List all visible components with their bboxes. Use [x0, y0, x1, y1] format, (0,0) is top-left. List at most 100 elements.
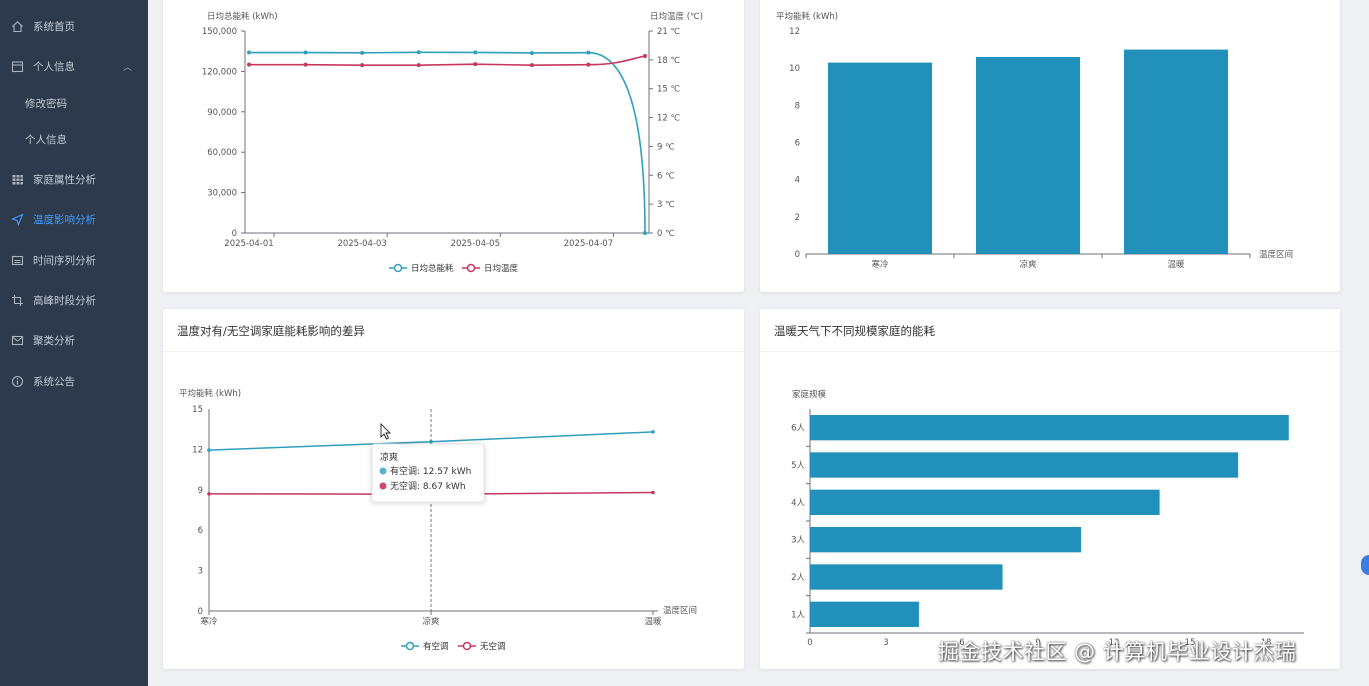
daily-energy-temperature-card: 日均总能耗 (kWh) 日均温度 (℃) 日均总能耗 日均温度 0 30,000 6… [163, 0, 744, 292]
daily-energy-temperature-chart: 日均总能耗 (kWh) 日均温度 (℃) 日均总能耗 日均温度 0 30,000 6… [202, 11, 703, 274]
data-point [651, 490, 655, 495]
sidebar-item-label: 修改密码 [25, 97, 67, 110]
x-tick-label: 温暖 [644, 616, 662, 627]
y-tick-label: 2人 [791, 573, 805, 583]
y-tick-label-right: 12 ℃ [657, 114, 681, 124]
data-point [643, 54, 647, 59]
sidebar-item-label: 个人信息 [25, 133, 67, 146]
y-tick-label: 15 [192, 405, 203, 415]
sidebar-item-label: 个人信息 [33, 60, 75, 73]
x-tick-label: 温暖 [1167, 259, 1185, 270]
chevron-up-icon: ︿ [123, 62, 133, 73]
household-size-energy-card: 温暖天气下不同规模家庭的能耗 家庭规模 1人 2人 3人 4人 5人 6人 0 3 6 9 12 15… [760, 309, 1340, 669]
sidebar-item-label: 系统首页 [33, 20, 75, 33]
y-tick-label-right: 21 ℃ [657, 27, 681, 37]
data-point [247, 62, 251, 67]
legend-item-without-ac[interactable]: 无空调 [480, 641, 506, 652]
x-tick-label: 寒冷 [200, 616, 218, 627]
tooltip-row-with-ac: 有空调: 12.57 kWh [390, 465, 471, 477]
sidebar-item-household-analysis[interactable]: 家庭属性分析 [0, 163, 148, 195]
data-point [651, 430, 655, 434]
data-point [473, 62, 478, 67]
data-point [529, 63, 534, 68]
sidebar-item-time-series[interactable]: 时间序列分析 [0, 244, 148, 276]
y-tick-label: 6人 [791, 424, 805, 434]
crop-icon [11, 294, 24, 307]
sidebar-item-personal-info-sub[interactable]: 个人信息 [0, 123, 148, 155]
floating-action-button[interactable] [1361, 555, 1369, 575]
calendar-icon [11, 60, 24, 73]
ac-comparison-chart: 平均能耗 (kWh) 温度区间 有空调 无空调 03691215寒冷 凉爽 温暖 凉… [179, 388, 697, 652]
y-axis-label: 家庭规模 [792, 389, 827, 400]
data-point [360, 63, 365, 68]
bar-2 [810, 527, 1082, 553]
keyboard-icon [11, 254, 24, 267]
y-tick-label: 6 [795, 139, 800, 149]
y-tick-label-right: 9 ℃ [657, 142, 675, 152]
y-tick-label: 4 [795, 176, 800, 186]
chart-legend[interactable]: 日均总能耗 日均温度 [389, 263, 519, 274]
temperature-range-energy-card: 平均能耗 (kWh) 温度区间 0 2 4 6 8 10 12 寒冷 凉爽 温暖 [760, 0, 1340, 292]
x-tick-label: 寒冷 [871, 259, 889, 270]
x-tick-label: 2025-04-03 [337, 239, 386, 249]
sidebar: 系统首页 个人信息 ︿ 修改密码 个人信息 家庭属性分析 温度影响分析 时间序列… [0, 0, 148, 686]
sidebar-item-announcement[interactable]: 系统公告 [0, 365, 148, 397]
data-point [303, 62, 308, 67]
data-point [429, 439, 433, 444]
data-point [643, 231, 647, 235]
x-axis-label: 温度区间 [663, 605, 697, 616]
bar-0 [810, 601, 919, 627]
y-tick-label: 8 [795, 101, 800, 111]
data-point [416, 63, 421, 68]
data-point [586, 62, 591, 67]
mouse-cursor-icon [380, 422, 392, 440]
sidebar-item-peak-analysis[interactable]: 高峰时段分析 [0, 284, 148, 316]
sidebar-item-label: 聚类分析 [33, 334, 75, 347]
y-tick-label: 9 [198, 486, 203, 496]
legend-item-energy[interactable]: 日均总能耗 [411, 263, 454, 274]
y-tick-label-right: 18 ℃ [657, 56, 681, 66]
sidebar-item-label: 系统公告 [33, 375, 75, 388]
sidebar-item-label: 家庭属性分析 [33, 173, 96, 186]
sidebar-item-personal-info[interactable]: 个人信息 ︿ [0, 50, 148, 82]
y-tick-label-left: 0 [232, 229, 237, 239]
sidebar-item-label: 温度影响分析 [33, 213, 96, 226]
y-axis-right-label: 日均温度 (℃) [650, 11, 703, 22]
x-tick-label: 0 [807, 638, 812, 648]
sidebar-item-label: 时间序列分析 [33, 254, 96, 267]
sidebar-item-temperature-analysis[interactable]: 温度影响分析 [0, 203, 148, 235]
chart-legend[interactable]: 有空调 无空调 [401, 641, 506, 652]
bar-1 [976, 57, 1080, 255]
y-tick-label-right: 6 ℃ [657, 171, 675, 181]
y-tick-label: 6 [198, 526, 203, 536]
x-tick-label: 2025-04-07 [564, 239, 613, 249]
x-tick-label: 2025-04-01 [224, 239, 273, 249]
y-axis-label: 平均能耗 (kWh) [776, 11, 838, 22]
x-tick-label: 凉爽 [1019, 259, 1037, 270]
sidebar-item-cluster[interactable]: 聚类分析 [0, 324, 148, 356]
chart-tooltip: 凉爽 有空调: 12.57 kWh 无空调: 8.67 kWh [371, 443, 485, 503]
bar-4 [810, 452, 1239, 478]
y-tick-label: 10 [789, 64, 800, 74]
y-tick-label: 3人 [791, 536, 805, 546]
y-tick-label-right: 3 ℃ [657, 200, 675, 210]
mail-icon [11, 334, 24, 347]
y-tick-label: 1人 [791, 610, 805, 620]
series-line-0 [249, 51, 646, 234]
ac-comparison-card: 温度对有/无空调家庭能耗影响的差异 平均能耗 (kWh) 温度区间 有空调 无空… [163, 309, 744, 669]
y-tick-label-left: 150,000 [202, 27, 237, 37]
tooltip-row-without-ac: 无空调: 8.67 kWh [390, 480, 466, 492]
data-point [207, 492, 211, 496]
y-tick-label-left: 90,000 [207, 108, 237, 118]
y-tick-label-right: 15 ℃ [657, 85, 681, 95]
x-axis-label: 温度区间 [1259, 249, 1293, 260]
send-icon [11, 212, 24, 226]
y-tick-label: 12 [789, 27, 800, 37]
sidebar-item-change-password[interactable]: 修改密码 [0, 87, 148, 119]
y-axis-left-label: 日均总能耗 (kWh) [207, 11, 278, 22]
y-tick-label-left: 120,000 [202, 67, 237, 77]
sidebar-item-home[interactable]: 系统首页 [0, 10, 148, 42]
legend-item-with-ac[interactable]: 有空调 [423, 641, 449, 652]
bar-0 [828, 62, 932, 254]
legend-item-temperature[interactable]: 日均温度 [484, 263, 519, 274]
